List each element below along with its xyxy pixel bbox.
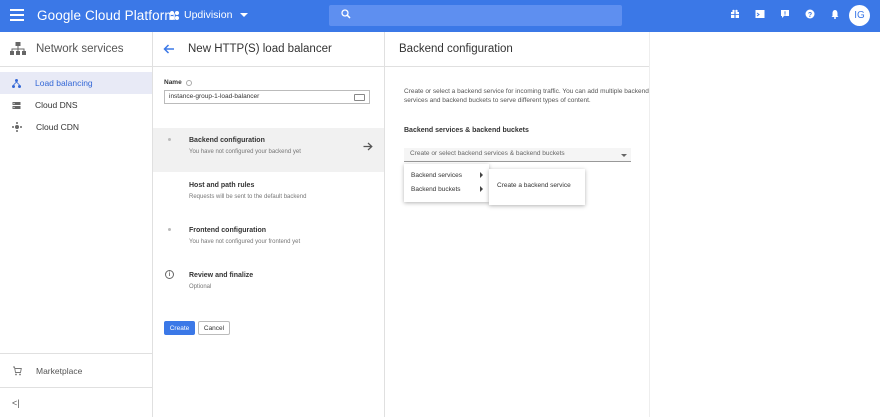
step-review-and-finalize[interactable]: i Review and finalize Optional [153,263,384,307]
chevron-down-icon [240,13,249,17]
backend-type-menu: Backend services Backend buckets [404,164,489,202]
info-icon: i [165,270,174,279]
collapse-sidebar-button[interactable]: <| [0,387,152,417]
wizard-header: New HTTP(S) load balancer [153,32,384,67]
backend-configuration-panel: Backend configuration Create or select a… [385,32,650,417]
search-input[interactable] [329,5,622,26]
menu-item-label: Backend buckets [411,185,461,193]
backend-services-submenu: Create a backend service [489,169,585,205]
svg-text:?: ? [808,12,812,19]
arrow-right-icon [363,142,373,151]
load-balancing-icon [12,78,21,88]
keyboard-icon[interactable] [354,94,365,101]
load-balancer-wizard: New HTTP(S) load balancer Name instance-… [153,32,385,417]
collapse-icon: <| [12,397,20,408]
marketplace-cart-icon [13,366,22,375]
step-backend-configuration[interactable]: Backend configuration You have not confi… [153,128,384,172]
notification-alert-icon[interactable] [780,9,790,19]
name-field-label: Name [164,79,192,86]
panel-title: Backend configuration [385,32,649,67]
sidebar-item-label: Load balancing [35,78,93,88]
step-title: Frontend configuration [189,227,266,234]
nav-header: Network services [0,32,152,67]
step-title: Backend configuration [189,137,265,144]
menu-item-backend-buckets[interactable]: Backend buckets [404,182,489,196]
project-icon [170,10,179,20]
sidebar-item-marketplace[interactable]: Marketplace [0,353,152,387]
network-services-icon [10,42,26,55]
step-subtitle: You have not configured your backend yet [189,149,301,155]
hamburger-menu-icon[interactable] [10,9,24,21]
search-icon [341,9,351,19]
sidebar-item-label: Marketplace [36,365,83,376]
sidebar-item-cloud-cdn[interactable]: Cloud CDN [0,116,152,138]
step-title: Review and finalize [189,272,254,279]
create-button[interactable]: Create [164,321,195,335]
cancel-button[interactable]: Cancel [198,321,230,335]
help-icon[interactable]: ? [805,9,815,19]
step-subtitle: Requests will be sent to the default bac… [189,194,307,200]
back-arrow-icon[interactable] [163,43,175,55]
step-subtitle: Optional [189,284,212,290]
step-indicator-icon [168,138,171,141]
menu-item-backend-services[interactable]: Backend services [404,168,489,182]
panel-description: Create or select a backend service for i… [404,88,649,104]
sidebar-item-cloud-dns[interactable]: Cloud DNS [0,94,152,116]
gift-icon[interactable] [730,9,740,19]
menu-item-create-backend-service[interactable]: Create a backend service [489,172,585,198]
nav-title: Network services [36,43,124,55]
dns-icon [12,101,21,109]
project-name: Updivision [184,9,233,21]
name-label-text: Name [164,79,182,86]
step-host-and-path-rules[interactable]: Host and path rules Requests will be sen… [153,173,384,217]
brand-title[interactable]: Google Cloud Platform [37,8,176,23]
step-indicator-icon [168,228,171,231]
sidebar-item-label: Cloud CDN [36,122,79,132]
step-title: Host and path rules [189,182,255,189]
step-frontend-configuration[interactable]: Frontend configuration You have not conf… [153,218,384,262]
submenu-arrow-icon [480,172,483,178]
avatar[interactable]: IG [849,5,870,26]
sidebar-item-label: Cloud DNS [35,100,78,110]
help-icon[interactable] [185,79,192,86]
select-placeholder: Create or select backend services & back… [410,150,565,157]
backend-subheading: Backend services & backend buckets [404,127,529,134]
bell-icon[interactable] [830,9,840,19]
name-input-value: instance-group-1-load-balancer [169,93,260,100]
top-bar: Google Cloud Platform Updivision ? IG [0,0,880,32]
menu-item-label: Backend services [411,171,462,179]
backend-select-dropdown[interactable]: Create or select backend services & back… [404,148,631,162]
submenu-arrow-icon [480,186,483,192]
step-subtitle: You have not configured your frontend ye… [189,239,301,245]
name-input[interactable]: instance-group-1-load-balancer [164,90,370,104]
cdn-icon [12,122,22,132]
sidebar-item-load-balancing[interactable]: Load balancing [0,72,152,94]
left-navigation: Network services Load balancing Cloud DN… [0,32,153,417]
project-selector[interactable]: Updivision [170,9,249,21]
chevron-down-icon [621,154,627,157]
page-title: New HTTP(S) load balancer [188,43,332,55]
terminal-icon[interactable] [755,9,765,19]
